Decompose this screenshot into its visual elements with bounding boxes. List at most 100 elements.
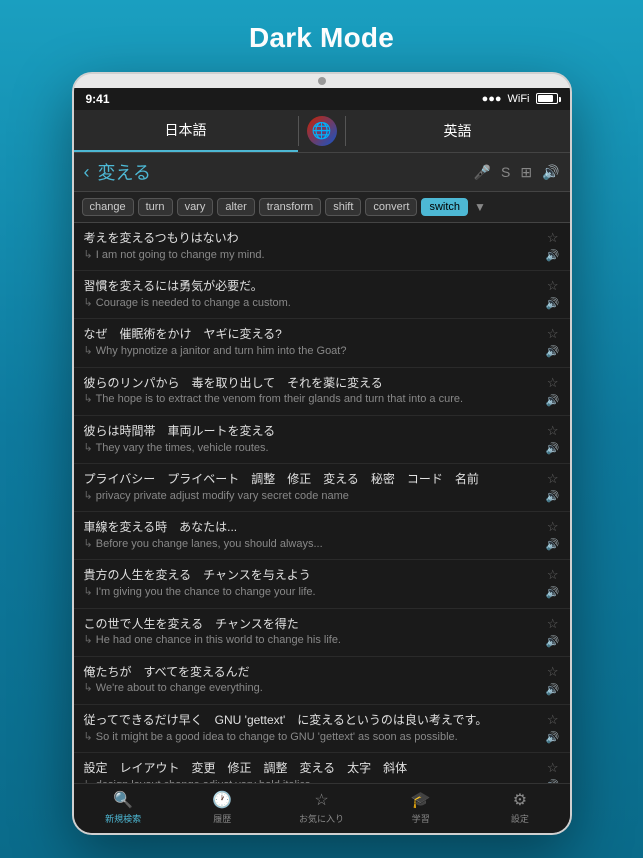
audio-button-8[interactable]: 🔊: [546, 635, 560, 648]
star-button-5[interactable]: ☆: [547, 471, 559, 487]
result-jp-9: 俺たちが すべてを変えるんだ: [84, 664, 540, 681]
audio-button-3[interactable]: 🔊: [546, 394, 560, 407]
result-text-9: 俺たちが すべてを変えるんだ We're about to change eve…: [84, 664, 540, 697]
new-search-icon: 🔍: [113, 790, 133, 810]
tag-convert[interactable]: convert: [365, 198, 417, 216]
search-query[interactable]: 変える: [98, 159, 466, 185]
tag-transform[interactable]: transform: [259, 198, 321, 216]
result-actions-6: ☆ 🔊: [546, 519, 560, 551]
tag-switch[interactable]: switch: [421, 198, 468, 216]
result-en-9: We're about to change everything.: [84, 681, 540, 696]
tag-change[interactable]: change: [82, 198, 134, 216]
lang-tab-english[interactable]: 英語: [346, 111, 570, 151]
result-en-0: I am not going to change my mind.: [84, 248, 540, 263]
star-button-2[interactable]: ☆: [547, 326, 559, 342]
tag-shift[interactable]: shift: [325, 198, 361, 216]
battery-fill: [538, 95, 553, 102]
result-item-5: プライバシー プライベート 調整 修正 変える 秘密 コード 名前 privac…: [74, 464, 570, 512]
audio-button-6[interactable]: 🔊: [546, 538, 560, 551]
result-text-2: なぜ 催眠術をかけ ヤギに変える? Why hypnotize a janito…: [84, 326, 540, 359]
result-text-6: 車線を変える時 あなたは... Before you change lanes,…: [84, 519, 540, 552]
audio-button-11[interactable]: 🔊: [546, 779, 560, 783]
tab-learning-label: 学習: [412, 812, 430, 825]
star-button-8[interactable]: ☆: [547, 616, 559, 632]
audio-button-9[interactable]: 🔊: [546, 683, 560, 696]
result-actions-8: ☆ 🔊: [546, 616, 560, 648]
star-button-4[interactable]: ☆: [547, 423, 559, 439]
result-en-10: So it might be a good idea to change to …: [84, 730, 540, 745]
result-actions-1: ☆ 🔊: [546, 278, 560, 310]
audio-button-10[interactable]: 🔊: [546, 731, 560, 744]
expand-tags-icon[interactable]: ▼: [474, 200, 486, 214]
result-item-10: 従ってできるだけ早く GNU 'gettext' に変えるというのは良い考えです…: [74, 705, 570, 753]
result-item-0: 考えを変えるつもりはないわ I am not going to change m…: [74, 223, 570, 271]
tab-settings-label: 設定: [511, 812, 529, 825]
result-text-5: プライバシー プライベート 調整 修正 変える 秘密 コード 名前 privac…: [84, 471, 540, 504]
audio-button-2[interactable]: 🔊: [546, 345, 560, 358]
globe-icon[interactable]: 🌐: [307, 116, 337, 146]
result-en-3: The hope is to extract the venom from th…: [84, 392, 540, 407]
battery-icon: [536, 93, 558, 104]
tab-favorites[interactable]: ☆ お気に入り: [272, 790, 371, 825]
result-actions-4: ☆ 🔊: [546, 423, 560, 455]
audio-icon[interactable]: 🔊: [542, 164, 559, 181]
audio-button-7[interactable]: 🔊: [546, 586, 560, 599]
result-item-9: 俺たちが すべてを変えるんだ We're about to change eve…: [74, 657, 570, 705]
result-en-11: design layout change adjust vary bold it…: [84, 778, 540, 783]
audio-button-4[interactable]: 🔊: [546, 442, 560, 455]
result-jp-10: 従ってできるだけ早く GNU 'gettext' に変えるというのは良い考えです…: [84, 712, 540, 729]
result-actions-10: ☆ 🔊: [546, 712, 560, 744]
audio-button-0[interactable]: 🔊: [546, 249, 560, 262]
grid-icon[interactable]: ⊞: [520, 164, 532, 181]
result-text-7: 貴方の人生を変える チャンスを与えよう I'm giving you the c…: [84, 567, 540, 600]
tab-new-search[interactable]: 🔍 新規検索: [74, 790, 173, 825]
bottom-tabs: 🔍 新規検索 🕐 履歴 ☆ お気に入り 🎓 学習 ⚙ 設定: [74, 783, 570, 833]
battery-indicator: [536, 93, 558, 105]
star-button-1[interactable]: ☆: [547, 278, 559, 294]
result-jp-5: プライバシー プライベート 調整 修正 変える 秘密 コード 名前: [84, 471, 540, 488]
camera-dot: [318, 77, 326, 85]
status-right: ●●● WiFi: [482, 93, 558, 105]
result-actions-9: ☆ 🔊: [546, 664, 560, 696]
star-button-10[interactable]: ☆: [547, 712, 559, 728]
result-jp-4: 彼らは時間帯 車両ルートを変える: [84, 423, 540, 440]
result-item-3: 彼らのリンパから 毒を取り出して それを薬に変える The hope is to…: [74, 368, 570, 416]
audio-button-1[interactable]: 🔊: [546, 297, 560, 310]
tab-history[interactable]: 🕐 履歴: [173, 790, 272, 825]
star-button-9[interactable]: ☆: [547, 664, 559, 680]
star-button-7[interactable]: ☆: [547, 567, 559, 583]
wifi-icon: WiFi: [508, 93, 530, 105]
tab-learning[interactable]: 🎓 学習: [371, 790, 470, 825]
lang-tab-japanese[interactable]: 日本語: [74, 110, 298, 152]
star-button-0[interactable]: ☆: [547, 230, 559, 246]
result-text-0: 考えを変えるつもりはないわ I am not going to change m…: [84, 230, 540, 263]
audio-button-5[interactable]: 🔊: [546, 490, 560, 503]
star-button-3[interactable]: ☆: [547, 375, 559, 391]
tab-history-label: 履歴: [213, 812, 231, 825]
tab-settings[interactable]: ⚙ 設定: [470, 790, 569, 825]
result-en-6: Before you change lanes, you should alwa…: [84, 537, 540, 552]
mic-icon[interactable]: 🎤: [474, 164, 491, 181]
tag-alter[interactable]: alter: [217, 198, 254, 216]
device-frame: 9:41 ●●● WiFi 日本語 🌐 英語 ‹ 変える: [72, 72, 572, 835]
tags-row: change turn vary alter transform shift c…: [74, 192, 570, 223]
tag-vary[interactable]: vary: [177, 198, 214, 216]
signal-icon: ●●●: [482, 93, 502, 105]
result-en-5: privacy private adjust modify vary secre…: [84, 489, 540, 504]
result-text-11: 設定 レイアウト 変更 修正 調整 変える 太字 斜体 design layou…: [84, 760, 540, 783]
result-jp-11: 設定 レイアウト 変更 修正 調整 変える 太字 斜体: [84, 760, 540, 777]
back-button[interactable]: ‹: [84, 162, 90, 183]
translate-icon[interactable]: S: [501, 164, 510, 180]
tag-turn[interactable]: turn: [138, 198, 173, 216]
learning-icon: 🎓: [411, 790, 431, 810]
star-button-6[interactable]: ☆: [547, 519, 559, 535]
result-jp-6: 車線を変える時 あなたは...: [84, 519, 540, 536]
page-title: Dark Mode: [249, 22, 394, 54]
tab-favorites-label: お気に入り: [299, 812, 344, 825]
result-actions-3: ☆ 🔊: [546, 375, 560, 407]
result-item-11: 設定 レイアウト 変更 修正 調整 変える 太字 斜体 design layou…: [74, 753, 570, 783]
result-text-8: この世で人生を変える チャンスを得た He had one chance in …: [84, 616, 540, 649]
language-tabs: 日本語 🌐 英語: [74, 110, 570, 153]
star-button-11[interactable]: ☆: [547, 760, 559, 776]
result-en-7: I'm giving you the chance to change your…: [84, 585, 540, 600]
